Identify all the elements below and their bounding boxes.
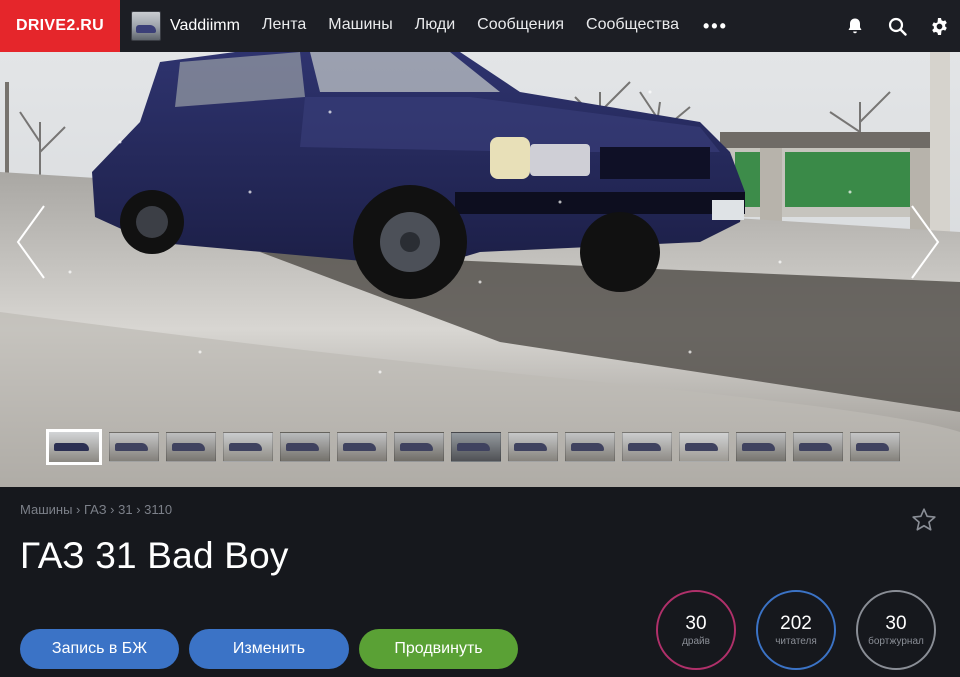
user-profile-link[interactable]: Vaddiimm bbox=[131, 11, 240, 41]
main-nav: Лента Машины Люди Сообщения Сообщества •… bbox=[262, 16, 728, 37]
gear-icon[interactable] bbox=[918, 0, 960, 52]
bell-icon[interactable] bbox=[834, 0, 876, 52]
photo-thumbnail[interactable] bbox=[337, 432, 387, 462]
photo-thumbnail[interactable] bbox=[166, 432, 216, 462]
promote-button[interactable]: Продвинуть bbox=[359, 629, 518, 669]
photo-thumbnail[interactable] bbox=[508, 432, 558, 462]
journal-entry-button[interactable]: Запись в БЖ bbox=[20, 629, 179, 669]
top-navigation-bar: DRIVE2.RU Vaddiimm Лента Машины Люди Соо… bbox=[0, 0, 960, 52]
car-photo bbox=[0, 52, 960, 487]
photo-thumbnail[interactable] bbox=[565, 432, 615, 462]
nav-item-messages[interactable]: Сообщения bbox=[477, 16, 564, 37]
drive-stat[interactable]: 30 драйв bbox=[656, 590, 736, 670]
car-info-panel: Машины › ГАЗ › 31 › 3110 ГАЗ 31 Bad Boy … bbox=[0, 487, 960, 677]
nav-item-people[interactable]: Люди bbox=[415, 16, 455, 37]
edit-button[interactable]: Изменить bbox=[189, 629, 349, 669]
photo-thumbnail[interactable] bbox=[679, 432, 729, 462]
breadcrumb-item-model[interactable]: 31 bbox=[118, 502, 132, 517]
breadcrumb-item-generation[interactable]: 3110 bbox=[144, 502, 172, 517]
photo-thumbnail[interactable] bbox=[223, 432, 273, 462]
photo-thumbnail[interactable] bbox=[736, 432, 786, 462]
more-menu-button[interactable]: ••• bbox=[703, 16, 728, 37]
readers-stat[interactable]: 202 читателя bbox=[756, 590, 836, 670]
page-title: ГАЗ 31 Bad Boy bbox=[20, 535, 289, 576]
star-icon[interactable] bbox=[911, 507, 937, 533]
photo-thumbnail[interactable] bbox=[109, 432, 159, 462]
photo-thumbnail[interactable] bbox=[622, 432, 672, 462]
logbook-stat[interactable]: 30 бортжурнал bbox=[856, 590, 936, 670]
drive-stat-label: драйв bbox=[682, 635, 710, 647]
nav-item-communities[interactable]: Сообщества bbox=[586, 16, 679, 37]
nav-item-feed[interactable]: Лента bbox=[262, 16, 306, 37]
site-logo[interactable]: DRIVE2.RU bbox=[0, 0, 120, 52]
breadcrumb-item-cars[interactable]: Машины bbox=[20, 502, 72, 517]
car-photo-gallery[interactable] bbox=[0, 52, 960, 487]
photo-thumbnail[interactable] bbox=[280, 432, 330, 462]
drive-stat-value: 30 bbox=[685, 612, 707, 634]
photo-thumbnail[interactable] bbox=[394, 432, 444, 462]
photo-thumbnails bbox=[46, 429, 907, 465]
nav-item-cars[interactable]: Машины bbox=[328, 16, 393, 37]
photo-thumbnail[interactable] bbox=[46, 429, 102, 465]
photo-thumbnail[interactable] bbox=[850, 432, 900, 462]
breadcrumb-separator: › bbox=[136, 502, 145, 517]
readers-stat-value: 202 bbox=[780, 612, 812, 634]
logbook-stat-value: 30 bbox=[885, 612, 907, 634]
breadcrumb: Машины › ГАЗ › 31 › 3110 bbox=[20, 502, 172, 517]
breadcrumb-item-brand[interactable]: ГАЗ bbox=[84, 502, 107, 517]
photo-thumbnail[interactable] bbox=[793, 432, 843, 462]
breadcrumb-separator: › bbox=[110, 502, 119, 517]
avatar[interactable] bbox=[131, 11, 161, 41]
photo-thumbnail[interactable] bbox=[451, 432, 501, 462]
next-photo-arrow[interactable] bbox=[904, 202, 944, 282]
logbook-stat-label: бортжурнал bbox=[868, 635, 924, 647]
username[interactable]: Vaddiimm bbox=[170, 17, 240, 35]
readers-stat-label: читателя bbox=[775, 635, 817, 647]
search-icon[interactable] bbox=[876, 0, 918, 52]
header-icons bbox=[834, 0, 960, 52]
breadcrumb-separator: › bbox=[76, 502, 84, 517]
previous-photo-arrow[interactable] bbox=[12, 202, 52, 282]
